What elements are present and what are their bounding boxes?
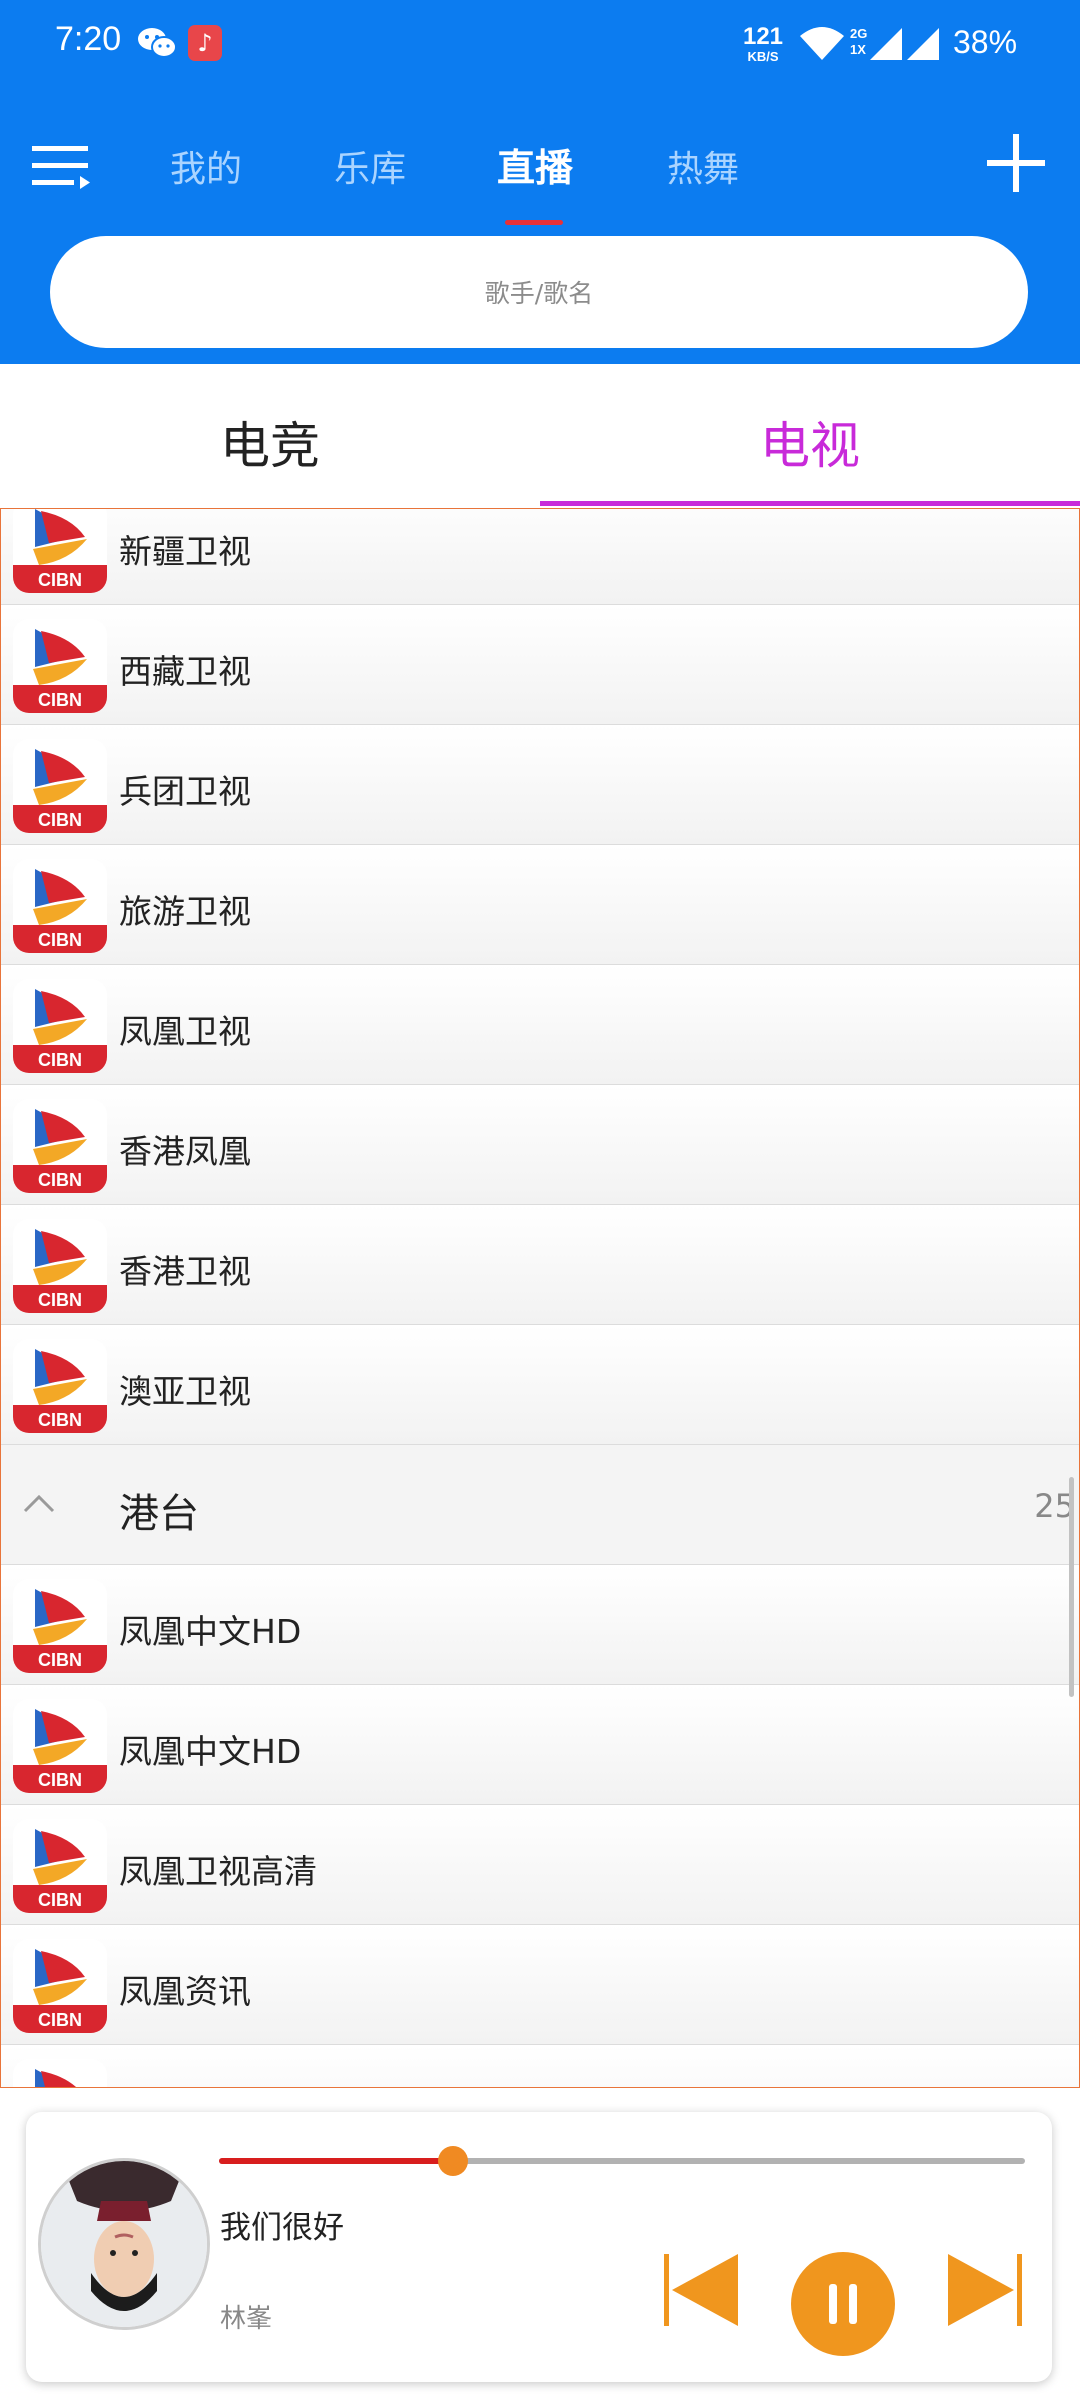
- svg-text:CIBN: CIBN: [38, 570, 82, 590]
- channel-name: 凤凰中文HD: [119, 1732, 302, 1771]
- tab-live[interactable]: 直播: [497, 137, 573, 192]
- channel-row[interactable]: CIBN 香港卫视: [1, 1205, 1079, 1325]
- add-icon[interactable]: [985, 132, 1047, 194]
- svg-text:CIBN: CIBN: [38, 930, 82, 950]
- battery-level: 38%: [953, 24, 1018, 60]
- pause-icon[interactable]: [791, 2252, 895, 2356]
- cibn-logo-icon: CIBN: [13, 1579, 107, 1673]
- svg-text:CIBN: CIBN: [38, 1410, 82, 1430]
- cibn-logo-icon: CIBN: [13, 619, 107, 713]
- signal-icon: [870, 28, 902, 60]
- cibn-logo-icon: CIBN: [13, 1819, 107, 1913]
- status-bar: 7:20 ♪ 121 KB/S 2G 1X 38%: [0, 0, 1080, 90]
- svg-text:CIBN: CIBN: [38, 1770, 82, 1790]
- tab-dance[interactable]: 热舞: [667, 140, 739, 192]
- channel-name: 兵团卫视: [119, 772, 251, 811]
- progress-fill: [219, 2158, 453, 2164]
- app-header: 7:20 ♪ 121 KB/S 2G 1X 38% 我的 乐库 直播 热舞 歌手…: [0, 0, 1080, 364]
- chevron-up-icon: [23, 1494, 55, 1513]
- search-placeholder: 歌手/歌名: [484, 279, 594, 308]
- subtab-bar: 电竞 电视: [0, 364, 1080, 509]
- channel-row[interactable]: CIBN 旅游卫视: [1, 845, 1079, 965]
- music-app-icon: ♪: [188, 25, 222, 61]
- tab-library[interactable]: 乐库: [334, 140, 406, 192]
- channel-name: 凤凰资讯: [119, 1972, 251, 2011]
- tab-mine[interactable]: 我的: [170, 140, 242, 192]
- signal-icon: [907, 28, 939, 60]
- channel-row[interactable]: CIBN 新疆卫视: [1, 509, 1079, 605]
- wechat-icon: [138, 28, 177, 58]
- cibn-logo-icon: CIBN: [13, 1939, 107, 2033]
- svg-text:CIBN: CIBN: [38, 1650, 82, 1670]
- menu-icon[interactable]: [30, 140, 94, 192]
- channel-row[interactable]: CIBN 凤凰卫视: [1, 965, 1079, 1085]
- channel-row[interactable]: CIBN 凤凰资讯: [1, 1925, 1079, 2045]
- subtab-esports[interactable]: 电竞: [0, 406, 540, 478]
- search-input[interactable]: 歌手/歌名: [50, 236, 1028, 348]
- channel-row[interactable]: CIBN 香港凤凰: [1, 1085, 1079, 1205]
- channel-row[interactable]: CIBN 澳亚卫视: [1, 1325, 1079, 1445]
- net-speed: 121 KB/S: [742, 23, 784, 64]
- mini-player[interactable]: 我们很好 林峯: [26, 2112, 1052, 2382]
- channel-name: 香港凤凰: [119, 1132, 251, 1171]
- svg-text:CIBN: CIBN: [38, 2010, 82, 2030]
- svg-text:CIBN: CIBN: [38, 1050, 82, 1070]
- channel-name: 凤凰中文HD: [119, 1612, 302, 1651]
- cibn-logo-icon: CIBN: [13, 979, 107, 1073]
- channel-row[interactable]: CIBN 凤凰中文HD: [1, 1565, 1079, 1685]
- cibn-logo-icon: CIBN: [13, 1099, 107, 1193]
- subtab-tv[interactable]: 电视: [540, 406, 1080, 478]
- cibn-logo-icon: CIBN: [13, 1699, 107, 1793]
- channel-name: 香港卫视: [119, 1252, 251, 1291]
- subtab-indicator: [540, 501, 1080, 506]
- cibn-logo-icon: CIBN: [13, 859, 107, 953]
- svg-text:CIBN: CIBN: [38, 1290, 82, 1310]
- svg-text:CIBN: CIBN: [38, 1170, 82, 1190]
- cibn-logo-icon: CIBN: [13, 1339, 107, 1433]
- channel-row[interactable]: CIBN 凤凰中文HD: [1, 1685, 1079, 1805]
- progress-thumb[interactable]: [438, 2146, 468, 2176]
- artist-name: 林峯: [220, 2304, 273, 2334]
- tab-indicator: [505, 220, 563, 225]
- cibn-logo-icon: CIBN: [13, 1219, 107, 1313]
- wifi-icon: [800, 27, 844, 60]
- next-icon[interactable]: [944, 2250, 1024, 2330]
- song-title: 我们很好: [220, 2210, 344, 2246]
- channel-name: 澳亚卫视: [119, 1372, 251, 1411]
- channel-name: 新疆卫视: [119, 532, 251, 571]
- channel-name: 凤凰卫视高清: [119, 1852, 317, 1891]
- cibn-logo-icon: CIBN: [13, 509, 107, 593]
- group-label: 港台: [119, 1491, 199, 1537]
- list-scrollbar[interactable]: [1069, 1477, 1074, 1697]
- svg-text:CIBN: CIBN: [38, 810, 82, 830]
- channel-row[interactable]: CIBN 凤凰卫视高清: [1, 1805, 1079, 1925]
- cibn-logo-icon: CIBN: [13, 2059, 107, 2087]
- channel-name: 旅游卫视: [119, 892, 251, 931]
- channel-name: 西藏卫视: [119, 652, 251, 691]
- channel-row[interactable]: CIBN: [1, 2045, 1079, 2087]
- svg-text:CIBN: CIBN: [38, 1890, 82, 1910]
- channel-list[interactable]: CIBN 新疆卫视 CIBN 西藏卫视 CIBN 兵团卫视 CIBN 旅游卫视 CIBN 凤凰卫视…: [0, 508, 1080, 2088]
- svg-text:CIBN: CIBN: [38, 690, 82, 710]
- channel-row[interactable]: CIBN 西藏卫视: [1, 605, 1079, 725]
- previous-icon[interactable]: [662, 2250, 742, 2330]
- channel-name: 凤凰卫视: [119, 1012, 251, 1051]
- artist-avatar[interactable]: [38, 2158, 210, 2330]
- status-time: 7:20: [55, 20, 122, 58]
- group-header[interactable]: 港台 25: [1, 1445, 1079, 1565]
- channel-row[interactable]: CIBN 兵团卫视: [1, 725, 1079, 845]
- cibn-logo-icon: CIBN: [13, 739, 107, 833]
